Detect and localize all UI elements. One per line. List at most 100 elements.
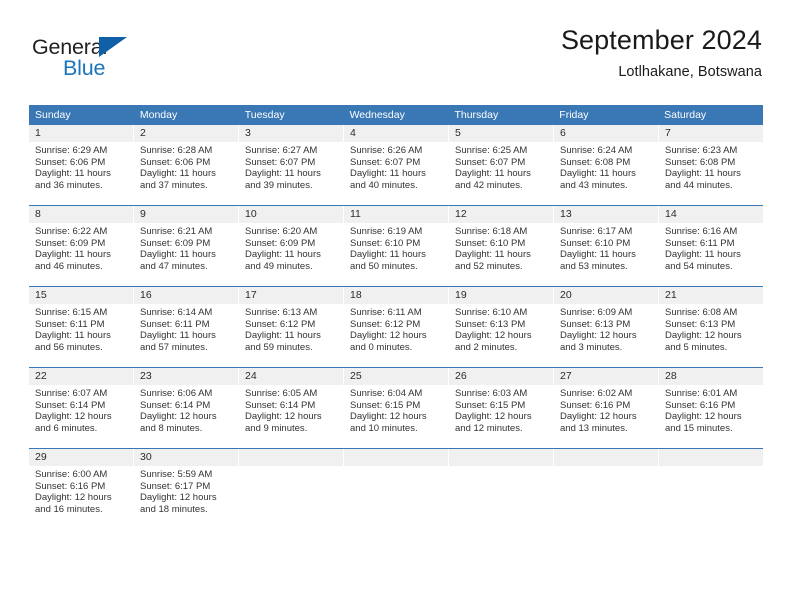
day-number: 3 (239, 125, 343, 142)
day-cell[interactable]: 23 Sunrise: 6:06 AM Sunset: 6:14 PM Dayligh… (134, 368, 239, 436)
day-details (344, 466, 448, 469)
day-cell[interactable]: 18 Sunrise: 6:11 AM Sunset: 6:12 PM Dayligh… (344, 287, 449, 355)
day-cell[interactable]: 12 Sunrise: 6:18 AM Sunset: 6:10 PM Dayligh… (449, 206, 554, 274)
day-cell[interactable]: 11 Sunrise: 6:19 AM Sunset: 6:10 PM Dayligh… (344, 206, 449, 274)
day-details: Sunrise: 6:17 AM Sunset: 6:10 PM Daylight:… (554, 223, 658, 272)
day-cell[interactable]: 24 Sunrise: 6:05 AM Sunset: 6:14 PM Dayligh… (239, 368, 344, 436)
day-details: Sunrise: 6:27 AM Sunset: 6:07 PM Daylight:… (239, 142, 343, 191)
day-cell-empty (344, 449, 449, 517)
week-separator (29, 436, 763, 448)
page-title: September 2024 (560, 25, 762, 55)
generalblue-logo[interactable]: General Blue (32, 34, 212, 86)
sunrise-text: Sunrise: 6:00 AM (35, 469, 108, 480)
week-cells: 15 Sunrise: 6:15 AM Sunset: 6:11 PM Dayligh… (29, 287, 763, 355)
day-cell[interactable]: 7 Sunrise: 6:23 AM Sunset: 6:08 PM Daylight… (659, 125, 763, 193)
day-cell[interactable]: 20 Sunrise: 6:09 AM Sunset: 6:13 PM Dayligh… (554, 287, 659, 355)
daylight-text-line2: and 12 minutes. (455, 422, 523, 434)
daylight-text-line2: and 13 minutes. (560, 422, 628, 434)
day-cell[interactable]: 21 Sunrise: 6:08 AM Sunset: 6:13 PM Dayligh… (659, 287, 763, 355)
day-cell[interactable]: 4 Sunrise: 6:26 AM Sunset: 6:07 PM Daylight… (344, 125, 449, 193)
daylight-text-line2: and 40 minutes. (350, 179, 418, 191)
daylight-text-line2: and 15 minutes. (665, 422, 733, 434)
day-number: 21 (659, 287, 763, 304)
weekday-header-row: Sunday Monday Tuesday Wednesday Thursday Frid… (29, 105, 763, 125)
sunset-text: Sunset: 6:10 PM (455, 237, 526, 249)
day-cell[interactable]: 16 Sunrise: 6:14 AM Sunset: 6:11 PM Dayligh… (134, 287, 239, 355)
weekday-header-thursday: Thursday (454, 109, 499, 121)
week-separator (29, 193, 763, 205)
day-cell[interactable]: 6 Sunrise: 6:24 AM Sunset: 6:08 PM Daylight… (554, 125, 659, 193)
day-cell[interactable]: 2 Sunrise: 6:28 AM Sunset: 6:06 PM Daylight… (134, 125, 239, 193)
day-details: Sunrise: 6:01 AM Sunset: 6:16 PM Daylight:… (659, 385, 763, 434)
daylight-text-line1: Daylight: 11 hours (35, 330, 111, 342)
triangle-icon (99, 37, 127, 57)
day-details: Sunrise: 6:11 AM Sunset: 6:12 PM Daylight:… (344, 304, 448, 353)
calendar-week-row: 29 Sunrise: 6:00 AM Sunset: 6:16 PM Dayligh… (29, 448, 763, 517)
daylight-text-line2: and 18 minutes. (140, 503, 208, 515)
day-number (449, 449, 553, 466)
sunset-text: Sunset: 6:12 PM (350, 318, 421, 330)
daylight-text-line1: Daylight: 12 hours (665, 411, 742, 423)
day-cell[interactable]: 14 Sunrise: 6:16 AM Sunset: 6:11 PM Dayligh… (659, 206, 763, 274)
day-cell[interactable]: 30 Sunrise: 5:59 AM Sunset: 6:17 PM Dayligh… (134, 449, 239, 517)
day-number: 13 (554, 206, 658, 223)
sunrise-text: Sunrise: 6:11 AM (350, 307, 422, 318)
day-cell[interactable]: 15 Sunrise: 6:15 AM Sunset: 6:11 PM Dayligh… (29, 287, 134, 355)
daylight-text-line2: and 39 minutes. (245, 179, 313, 191)
sunset-text: Sunset: 6:12 PM (245, 318, 316, 330)
day-cell[interactable]: 29 Sunrise: 6:00 AM Sunset: 6:16 PM Dayligh… (29, 449, 134, 517)
day-details: Sunrise: 6:09 AM Sunset: 6:13 PM Daylight:… (554, 304, 658, 353)
sunset-text: Sunset: 6:09 PM (140, 237, 211, 249)
sunrise-text: Sunrise: 6:08 AM (665, 307, 738, 318)
day-cell[interactable]: 10 Sunrise: 6:20 AM Sunset: 6:09 PM Dayligh… (239, 206, 344, 274)
day-cell[interactable]: 8 Sunrise: 6:22 AM Sunset: 6:09 PM Daylight… (29, 206, 134, 274)
daylight-text-line1: Daylight: 11 hours (455, 168, 531, 180)
day-number: 1 (29, 125, 133, 142)
daylight-text-line2: and 56 minutes. (35, 341, 103, 353)
day-cell[interactable]: 22 Sunrise: 6:07 AM Sunset: 6:14 PM Dayligh… (29, 368, 134, 436)
day-cell-empty (449, 449, 554, 517)
daylight-text-line2: and 36 minutes. (35, 179, 103, 191)
day-details: Sunrise: 6:07 AM Sunset: 6:14 PM Daylight:… (29, 385, 133, 434)
day-cell[interactable]: 26 Sunrise: 6:03 AM Sunset: 6:15 PM Dayligh… (449, 368, 554, 436)
day-cell[interactable]: 17 Sunrise: 6:13 AM Sunset: 6:12 PM Dayligh… (239, 287, 344, 355)
day-cell[interactable]: 9 Sunrise: 6:21 AM Sunset: 6:09 PM Daylight… (134, 206, 239, 274)
day-cell[interactable]: 19 Sunrise: 6:10 AM Sunset: 6:13 PM Dayligh… (449, 287, 554, 355)
sunrise-text: Sunrise: 6:16 AM (665, 226, 738, 237)
day-cell[interactable]: 25 Sunrise: 6:04 AM Sunset: 6:15 PM Dayligh… (344, 368, 449, 436)
sunrise-text: Sunrise: 6:03 AM (455, 388, 528, 399)
calendar-body: 1 Sunrise: 6:29 AM Sunset: 6:06 PM Daylight… (29, 125, 763, 517)
day-details: Sunrise: 6:21 AM Sunset: 6:09 PM Daylight:… (134, 223, 238, 272)
day-cell[interactable]: 1 Sunrise: 6:29 AM Sunset: 6:06 PM Daylight… (29, 125, 134, 193)
day-details: Sunrise: 6:25 AM Sunset: 6:07 PM Daylight:… (449, 142, 553, 191)
daylight-text-line1: Daylight: 12 hours (560, 330, 637, 342)
daylight-text-line1: Daylight: 11 hours (665, 249, 741, 261)
sunrise-text: Sunrise: 6:13 AM (245, 307, 318, 318)
daylight-text-line1: Daylight: 11 hours (350, 168, 426, 180)
day-details: Sunrise: 5:59 AM Sunset: 6:17 PM Daylight:… (134, 466, 238, 515)
day-details: Sunrise: 6:24 AM Sunset: 6:08 PM Daylight:… (554, 142, 658, 191)
sunrise-text: Sunrise: 6:25 AM (455, 145, 528, 156)
daylight-text-line2: and 10 minutes. (350, 422, 418, 434)
day-number: 8 (29, 206, 133, 223)
day-details: Sunrise: 6:15 AM Sunset: 6:11 PM Daylight:… (29, 304, 133, 353)
sunset-text: Sunset: 6:14 PM (245, 399, 316, 411)
day-cell[interactable]: 27 Sunrise: 6:02 AM Sunset: 6:16 PM Dayligh… (554, 368, 659, 436)
day-details: Sunrise: 6:02 AM Sunset: 6:16 PM Daylight:… (554, 385, 658, 434)
day-number: 2 (134, 125, 238, 142)
daylight-text-line1: Daylight: 11 hours (665, 168, 741, 180)
day-cell[interactable]: 28 Sunrise: 6:01 AM Sunset: 6:16 PM Dayligh… (659, 368, 763, 436)
day-cell[interactable]: 3 Sunrise: 6:27 AM Sunset: 6:07 PM Daylight… (239, 125, 344, 193)
day-cell[interactable]: 13 Sunrise: 6:17 AM Sunset: 6:10 PM Dayligh… (554, 206, 659, 274)
sunset-text: Sunset: 6:15 PM (350, 399, 421, 411)
day-cell[interactable]: 5 Sunrise: 6:25 AM Sunset: 6:07 PM Daylight… (449, 125, 554, 193)
day-cell-empty (554, 449, 659, 517)
daylight-text-line1: Daylight: 11 hours (245, 330, 321, 342)
sunset-text: Sunset: 6:11 PM (35, 318, 105, 330)
daylight-text-line1: Daylight: 11 hours (140, 330, 216, 342)
daylight-text-line2: and 43 minutes. (560, 179, 628, 191)
sunset-text: Sunset: 6:14 PM (35, 399, 106, 411)
calendar-week-row: 15 Sunrise: 6:15 AM Sunset: 6:11 PM Dayligh… (29, 286, 763, 355)
day-details (239, 466, 343, 469)
week-cells: 29 Sunrise: 6:00 AM Sunset: 6:16 PM Dayligh… (29, 449, 763, 517)
